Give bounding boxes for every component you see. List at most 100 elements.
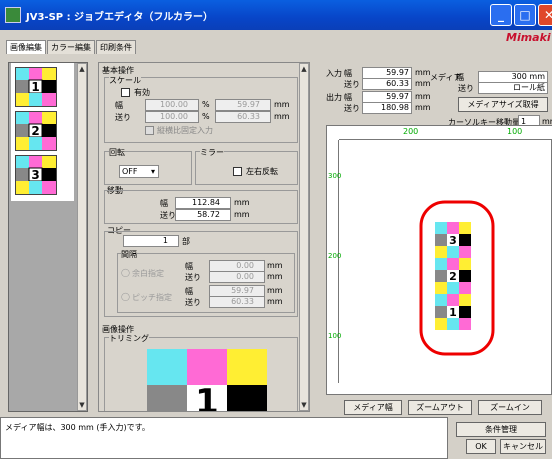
input-width-label: 幅 (344, 69, 352, 78)
tab-color-edit[interactable]: カラー編集 (47, 40, 95, 54)
output-feed-value: 180.98 (362, 102, 412, 114)
size-info-panel: 入力 幅 送り 59.97 60.33 mm mm 出力 幅 送り 59.97 … (318, 66, 552, 132)
fixed-ratio-checkbox[interactable] (145, 126, 154, 135)
status-message: メディア幅は、300 mm (手入力)です。 (5, 423, 150, 432)
mirror-label: 左右反転 (246, 167, 278, 176)
horizontal-ruler: 200 100 (339, 126, 552, 140)
rotate-title: 回転 (109, 147, 125, 158)
title-bar: JV3-SP : ジョブエディタ（フルカラー） _ □ ✕ (0, 0, 552, 30)
input-unit: mm (415, 79, 431, 88)
preview-canvas[interactable]: 200 100 300 200 100 3 2 1 (326, 125, 552, 395)
ruler-tick: 100 (507, 127, 523, 136)
print-layout-preview: 3 2 1 (419, 200, 495, 356)
thumbnail-list: 1 2 3 ▲ ▼ (8, 62, 88, 412)
scale-feed-label: 送り (115, 113, 131, 122)
minimize-button[interactable]: _ (490, 4, 512, 26)
move-width-label: 幅 (160, 199, 168, 208)
auto-mm-unit: mm (267, 261, 283, 270)
ruler-tick: 200 (403, 127, 419, 136)
thumbnail-number: 2 (31, 124, 39, 138)
move-mm-unit: mm (234, 198, 250, 207)
media-width-button[interactable]: メディア幅 (344, 400, 402, 415)
auto-feed-input[interactable]: 0.00 (209, 271, 265, 283)
pitch-feed-input[interactable]: 60.33 (209, 296, 265, 308)
auto-feed-label: 送り (185, 273, 201, 282)
preview-tile-number: 1 (449, 306, 457, 319)
scroll-down-icon[interactable]: ▼ (300, 400, 308, 410)
thumbnail-scrollbar[interactable]: ▲ ▼ (77, 63, 87, 411)
media-width-label: 幅 (456, 73, 464, 82)
tab-image-edit[interactable]: 画像編集 (6, 40, 46, 54)
brand-logo: Mimaki (506, 31, 551, 44)
close-button[interactable]: ✕ (538, 4, 552, 26)
conditions-button[interactable]: 条件管理 (456, 422, 546, 437)
input-feed-label: 送り (344, 80, 360, 89)
output-label: 出力 (326, 93, 342, 102)
thumbnail-image: 2 (16, 112, 56, 150)
zoom-in-button[interactable]: ズームイン (478, 400, 542, 415)
scale-pct-unit: % (202, 100, 210, 109)
scale-pct-unit: % (202, 112, 210, 121)
thumbnail-item[interactable]: 1 (15, 67, 57, 107)
move-feed-input[interactable]: 58.72 (175, 209, 231, 221)
radio-icon[interactable]: ◯ (121, 292, 130, 301)
scale-feed-mm-input[interactable]: 60.33 (215, 111, 271, 123)
media-feed-value: ロール紙 (478, 82, 548, 94)
settings-scrollbar[interactable]: ▲ ▼ (299, 63, 309, 411)
auto-width-label: 幅 (185, 262, 193, 271)
settings-panel: 基本操作 スケール 有効 幅 送り 100.00 100.00 % % 59.9… (98, 62, 310, 412)
cancel-button[interactable]: キャンセル (500, 439, 546, 454)
pitch-mm-unit: mm (267, 297, 283, 306)
ruler-tick: 300 (328, 172, 342, 180)
chevron-down-icon: ▾ (151, 167, 156, 176)
maximize-button[interactable]: □ (514, 4, 536, 26)
scale-width-mm-input[interactable]: 59.97 (215, 99, 271, 111)
mirror-checkbox[interactable] (233, 167, 242, 176)
ruler-tick: 200 (328, 252, 342, 260)
trimming-preview: 1 (147, 349, 267, 411)
scale-mm-unit: mm (274, 100, 290, 109)
fixed-ratio-label: 縦横比固定入力 (157, 126, 213, 135)
scroll-up-icon[interactable]: ▲ (300, 64, 308, 74)
move-feed-label: 送り (160, 211, 176, 220)
scale-enabled-label: 有効 (134, 88, 150, 97)
thumbnail-item[interactable]: 2 (15, 111, 57, 151)
move-mm-unit: mm (234, 210, 250, 219)
pitch-width-label: 幅 (185, 287, 193, 296)
pitch-label: ピッチ指定 (132, 293, 172, 302)
thumbnail-item[interactable]: 3 (15, 155, 57, 195)
radio-icon[interactable]: ◯ (121, 268, 130, 277)
status-bar: メディア幅は、300 mm (手入力)です。 (0, 417, 448, 459)
get-media-size-button[interactable]: メディアサイズ取得 (458, 97, 548, 112)
thumbnail-number: 3 (31, 168, 39, 182)
tab-bar: 画像編集 カラー編集 印刷条件 (6, 40, 137, 54)
scale-feed-pct-input[interactable]: 100.00 (145, 111, 199, 123)
pitch-feed-label: 送り (185, 298, 201, 307)
media-feed-label: 送り (458, 84, 474, 93)
output-feed-label: 送り (344, 104, 360, 113)
scale-width-pct-input[interactable]: 100.00 (145, 99, 199, 111)
mirror-title: ミラー (200, 147, 224, 158)
preview-tile-number: 3 (449, 234, 457, 247)
move-width-input[interactable]: 112.84 (175, 197, 231, 209)
output-unit: mm (415, 92, 431, 101)
ruler-tick: 100 (328, 332, 342, 340)
output-unit: mm (415, 103, 431, 112)
ok-button[interactable]: OK (466, 439, 496, 454)
scroll-up-icon[interactable]: ▲ (78, 64, 86, 74)
app-icon (5, 7, 21, 23)
trimming-title: トリミング (109, 333, 149, 344)
scale-mm-unit: mm (274, 112, 290, 121)
scroll-down-icon[interactable]: ▼ (78, 400, 86, 410)
output-width-label: 幅 (344, 93, 352, 102)
scale-enabled-checkbox[interactable] (121, 88, 130, 97)
input-unit: mm (415, 68, 431, 77)
thumbnail-image: 1 (16, 68, 56, 106)
scale-width-label: 幅 (115, 101, 123, 110)
input-label: 入力 (326, 69, 342, 78)
tab-print-conditions[interactable]: 印刷条件 (96, 40, 136, 54)
pitch-mm-unit: mm (267, 286, 283, 295)
zoom-out-button[interactable]: ズームアウト (408, 400, 472, 415)
preview-tile-number: 2 (449, 270, 457, 283)
copy-count-input[interactable]: 1 (123, 235, 179, 247)
